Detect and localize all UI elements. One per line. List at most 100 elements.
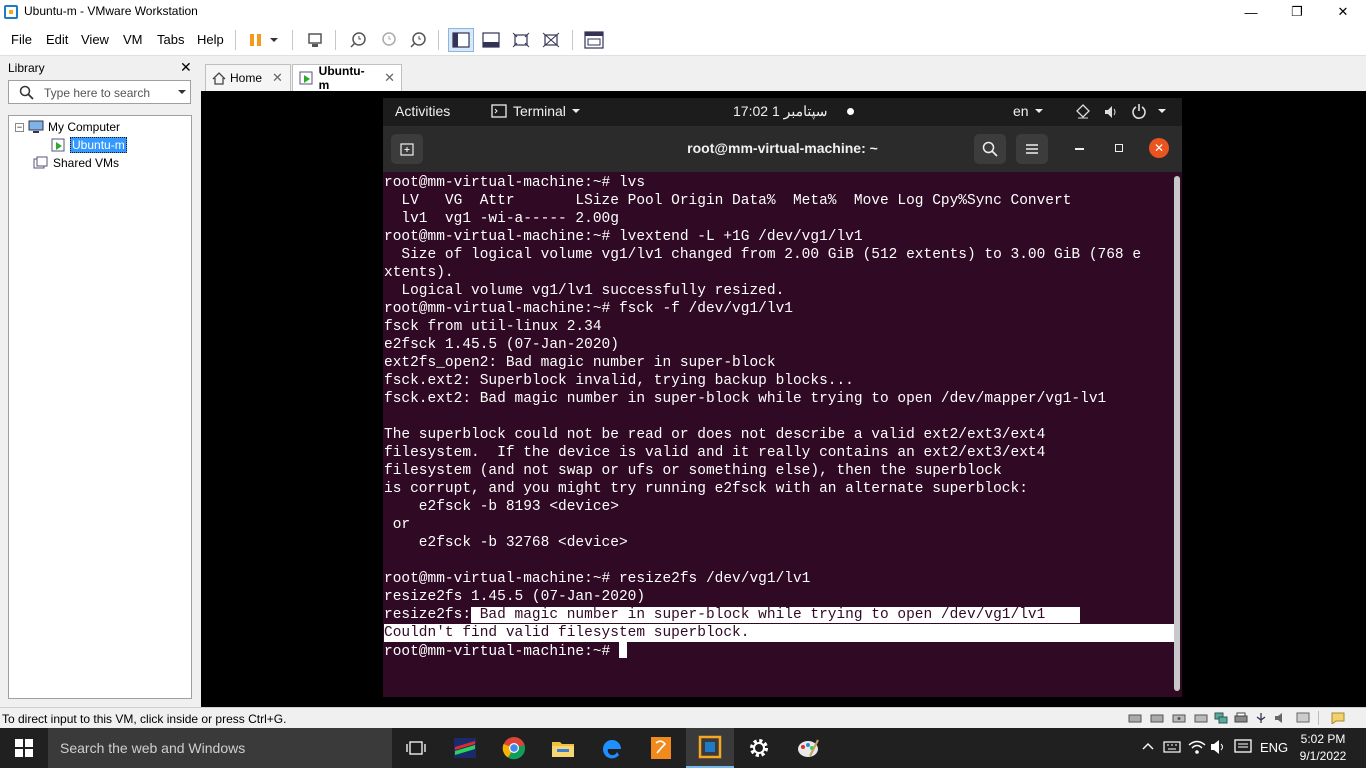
- chevron-down-icon: [1034, 108, 1043, 113]
- edge-icon[interactable]: [588, 728, 636, 768]
- library-close-button[interactable]: ✕: [180, 59, 192, 76]
- terminal-app-menu[interactable]: Terminal: [491, 103, 581, 119]
- network-icon[interactable]: [1075, 104, 1091, 120]
- terminal-line: fsck.ext2: Superblock invalid, trying ba…: [384, 373, 854, 389]
- taskbar-clock[interactable]: 5:02 PM 9/1/2022: [1296, 731, 1350, 765]
- chrome-icon[interactable]: [490, 728, 538, 768]
- terminal-line: resize2fs 1.45.5 (07-Jan-2020): [384, 589, 646, 605]
- menu-toolbar: File Edit View VM Tabs Help: [0, 24, 1366, 56]
- language-indicator[interactable]: ENG: [1260, 740, 1288, 755]
- window-title: Ubuntu-m - VMware Workstation: [24, 4, 198, 18]
- display-icon[interactable]: [1296, 712, 1310, 724]
- show-hidden-icons-chevron[interactable]: [1142, 739, 1154, 754]
- send-ctrl-alt-del-icon[interactable]: [302, 28, 328, 52]
- snapshot-icon[interactable]: [345, 28, 371, 52]
- library-search-input[interactable]: Type here to search: [8, 80, 191, 104]
- terminal-prompt-line[interactable]: root@mm-virtual-machine:~#: [384, 642, 1174, 660]
- taskbar-search-box[interactable]: Search the web and Windows: [48, 728, 392, 768]
- tree-item-ubuntu-m[interactable]: Ubuntu-m: [51, 136, 127, 154]
- collapse-icon[interactable]: −: [15, 122, 24, 132]
- notification-dot: [847, 108, 854, 115]
- terminal-maximize-icon[interactable]: [1115, 144, 1123, 152]
- terminal-close-icon[interactable]: ✕: [1149, 138, 1169, 158]
- volume-icon[interactable]: [1103, 104, 1119, 120]
- chevron-down-icon[interactable]: [177, 89, 187, 96]
- minimize-button[interactable]: —: [1228, 0, 1274, 24]
- menu-help[interactable]: Help: [197, 32, 224, 47]
- paint-app-icon[interactable]: [784, 728, 832, 768]
- printer-icon[interactable]: [1234, 712, 1248, 724]
- foxit-reader-icon[interactable]: [637, 728, 685, 768]
- media-app-icon[interactable]: [441, 728, 489, 768]
- computer-icon: [28, 120, 44, 133]
- terminal-header-bar: root@mm-virtual-machine: ~ ✕: [383, 126, 1182, 172]
- terminal-output[interactable]: root@mm-virtual-machine:~# lvs LV VG Att…: [383, 172, 1182, 697]
- sound-card-icon[interactable]: [1274, 712, 1288, 724]
- terminal-cursor: [618, 642, 627, 658]
- network-adapter-icon[interactable]: [1214, 712, 1228, 724]
- terminal-icon: [491, 104, 507, 118]
- menu-vm[interactable]: VM: [123, 32, 143, 47]
- power-icon[interactable]: [1131, 103, 1147, 119]
- power-dropdown-icon[interactable]: [265, 28, 283, 52]
- tab-ubuntu-m[interactable]: Ubuntu-m ✕: [292, 64, 402, 92]
- tree-item-my-computer[interactable]: − My Computer: [15, 118, 120, 136]
- thumbnail-bar-icon[interactable]: [478, 28, 504, 52]
- terminal-line: root@mm-virtual-machine:~# lvs: [384, 175, 646, 191]
- show-library-icon[interactable]: [448, 28, 474, 52]
- speaker-icon[interactable]: [1210, 739, 1228, 758]
- persian-keyboard-icon[interactable]: [1163, 739, 1181, 758]
- vm-running-icon: [51, 138, 65, 152]
- menu-tabs[interactable]: Tabs: [157, 32, 184, 47]
- tab-home-close-icon[interactable]: ✕: [272, 70, 283, 86]
- start-button[interactable]: [0, 728, 48, 768]
- gnome-clock[interactable]: 17:02 سپتامبر 1: [733, 103, 828, 120]
- cd-drive-icon[interactable]: [1172, 712, 1186, 724]
- terminal-line-selection: Bad magic number in super-block while tr…: [471, 607, 1081, 623]
- full-screen-icon[interactable]: [508, 28, 534, 52]
- floppy-icon[interactable]: [1194, 712, 1208, 724]
- menu-edit[interactable]: Edit: [46, 32, 68, 47]
- maximize-button[interactable]: ❐: [1274, 0, 1320, 24]
- settings-gear-icon[interactable]: [735, 728, 783, 768]
- message-log-icon[interactable]: [1330, 712, 1345, 725]
- tab-ubuntu-m-close-icon[interactable]: ✕: [384, 70, 395, 86]
- tab-home[interactable]: Home ✕: [205, 64, 291, 91]
- vmware-workstation-icon[interactable]: [686, 728, 734, 768]
- unity-mode-icon[interactable]: [538, 28, 564, 52]
- snapshot-manager-icon[interactable]: [405, 28, 431, 52]
- console-view-icon[interactable]: [581, 28, 607, 52]
- menu-file[interactable]: File: [11, 32, 32, 47]
- close-button[interactable]: ✕: [1320, 0, 1366, 24]
- activities-button[interactable]: Activities: [395, 103, 450, 119]
- wifi-icon[interactable]: [1188, 739, 1206, 758]
- hard-disk-icon[interactable]: [1128, 712, 1142, 724]
- terminal-line: xtents).: [384, 265, 454, 281]
- system-menu-chevron-icon[interactable]: [1157, 108, 1167, 115]
- input-language-menu[interactable]: en: [1013, 103, 1044, 119]
- terminal-minimize-icon[interactable]: [1075, 148, 1084, 150]
- tab-strip: Home ✕ Ubuntu-m ✕: [201, 62, 1366, 92]
- usb-icon[interactable]: [1254, 712, 1268, 724]
- tab-home-label: Home: [230, 71, 263, 85]
- terminal-menu-button[interactable]: [1016, 134, 1048, 164]
- task-view-icon[interactable]: [392, 728, 440, 768]
- menu-view[interactable]: View: [81, 32, 109, 47]
- library-panel: Library ✕ Type here to search − My Compu…: [0, 57, 200, 707]
- terminal-line: Logical volume vg1/lv1 successfully resi…: [384, 283, 785, 299]
- revert-snapshot-icon[interactable]: [375, 28, 401, 52]
- terminal-line: e2fsck 1.45.5 (07-Jan-2020): [384, 337, 619, 353]
- action-center-icon[interactable]: [1234, 739, 1252, 758]
- library-tree: − My Computer Ubuntu-m Shared VMs: [8, 115, 192, 699]
- hard-disk-icon[interactable]: [1150, 712, 1164, 724]
- search-icon: [19, 85, 34, 100]
- terminal-scrollbar[interactable]: [1174, 176, 1180, 691]
- file-explorer-icon[interactable]: [539, 728, 587, 768]
- clock-date: 9/1/2022: [1299, 749, 1347, 763]
- terminal-line-prefix: resize2fs:: [384, 607, 472, 623]
- terminal-lines: root@mm-virtual-machine:~# lvs LV VG Att…: [384, 174, 1174, 660]
- toolbar-separator: [572, 30, 573, 50]
- tab-ubuntu-m-label: Ubuntu-m: [318, 64, 365, 92]
- tree-item-shared-vms[interactable]: Shared VMs: [33, 154, 119, 172]
- terminal-search-button[interactable]: [974, 134, 1006, 164]
